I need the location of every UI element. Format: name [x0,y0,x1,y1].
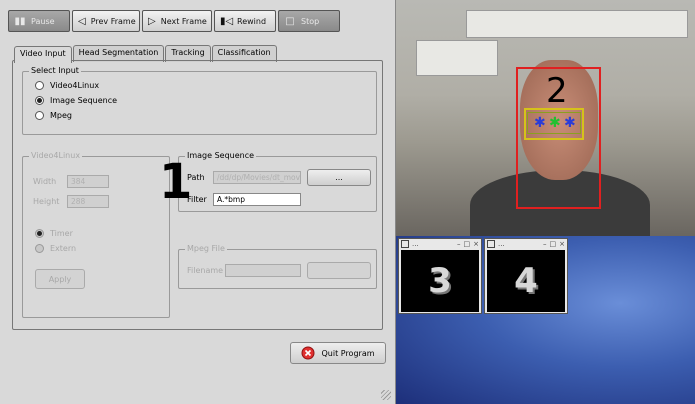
pause-button[interactable]: ▮▮ Pause [8,10,70,32]
resize-grip[interactable] [381,390,391,400]
annotation-2: 2 [546,71,568,111]
close-icon[interactable]: × [559,240,565,248]
thumbnail-window-4: ... – □ × 4 [484,238,568,314]
radio-circle [35,111,44,120]
background-shelf [466,10,688,38]
maximize-icon[interactable]: □ [550,240,557,248]
radio-image-sequence[interactable]: Image Sequence [35,96,117,105]
quit-program-button[interactable]: Quit Program [290,342,386,364]
left-eye-marker-icon: ✱ [534,115,546,131]
minimize-icon[interactable]: – [543,240,547,248]
rewind-icon: ▮◁ [220,15,234,27]
video4linux-title: Video4Linux [29,151,83,160]
video-input-pane: Select Input Video4Linux Image Sequence … [12,60,383,330]
radio-mpeg[interactable]: Mpeg [35,111,72,120]
next-frame-button[interactable]: ▷ Next Frame [142,10,212,32]
stop-button[interactable]: □ Stop [278,10,340,32]
width-label: Width [33,177,57,186]
right-eye-marker-icon: ✱ [564,115,576,131]
apply-button[interactable]: Apply [35,269,85,289]
stop-icon: □ [285,15,295,27]
filter-field[interactable]: A.*bmp [213,193,301,206]
rewind-button[interactable]: ▮◁ Rewind [214,10,276,32]
radio-circle-selected [35,96,44,105]
width-field[interactable]: 384 [67,175,109,188]
toolbar: ▮▮ Pause ◁ Prev Frame ▷ Next Frame ▮◁ Re… [8,10,388,34]
pause-icon: ▮▮ [14,15,26,27]
prev-frame-icon: ◁ [78,15,86,27]
mpeg-browse-button[interactable] [307,262,371,279]
radio-video4linux[interactable]: Video4Linux [35,81,99,90]
browse-button[interactable]: ... [307,169,371,186]
annotation-1: 1 [159,154,193,210]
video4linux-group: Video4Linux Width 384 Height 288 Timer E… [22,151,170,318]
annotation-3: 3 [428,261,452,301]
annotation-4: 4 [514,261,538,301]
radio-extern[interactable]: Extern [35,244,76,253]
quit-icon [301,346,315,360]
thumbnail-titlebar: ... – □ × [399,239,481,249]
filename-field[interactable] [225,264,301,277]
filename-label: Filename [187,266,224,275]
image-sequence-title: Image Sequence [185,151,257,160]
radio-circle [35,244,44,253]
image-sequence-group: Image Sequence Path /dd/dp/Movies/dt_mov… [178,151,377,212]
radio-circle-selected [35,229,44,238]
prev-frame-button[interactable]: ◁ Prev Frame [72,10,140,32]
minimize-icon[interactable]: – [457,240,461,248]
select-input-title: Select Input [29,66,81,75]
thumbnail-view-3: 3 [401,250,479,312]
mpeg-file-group: Mpeg File Filename [178,244,377,289]
select-input-group: Select Input Video4Linux Image Sequence … [22,66,377,135]
tab-video-input[interactable]: Video Input [14,46,72,63]
height-label: Height [33,197,60,206]
path-field[interactable]: /dd/dp/Movies/dt_mov [213,171,301,184]
next-frame-icon: ▷ [148,15,156,27]
radio-timer[interactable]: Timer [35,229,73,238]
maximize-icon[interactable]: □ [464,240,471,248]
mpeg-file-title: Mpeg File [185,244,227,253]
thumbnail-view-4: 4 [487,250,565,312]
window-menu-icon[interactable] [401,240,409,248]
thumbnail-titlebar: ... – □ × [485,239,567,249]
close-icon[interactable]: × [473,240,479,248]
control-window: ▮▮ Pause ◁ Prev Frame ▷ Next Frame ▮◁ Re… [0,0,396,404]
thumbnail-window-3: ... – □ × 3 [398,238,482,314]
window-menu-icon[interactable] [487,240,495,248]
background-shelf [416,40,498,76]
height-field[interactable]: 288 [67,195,109,208]
radio-circle [35,81,44,90]
center-marker-icon: ✱ [549,115,561,131]
